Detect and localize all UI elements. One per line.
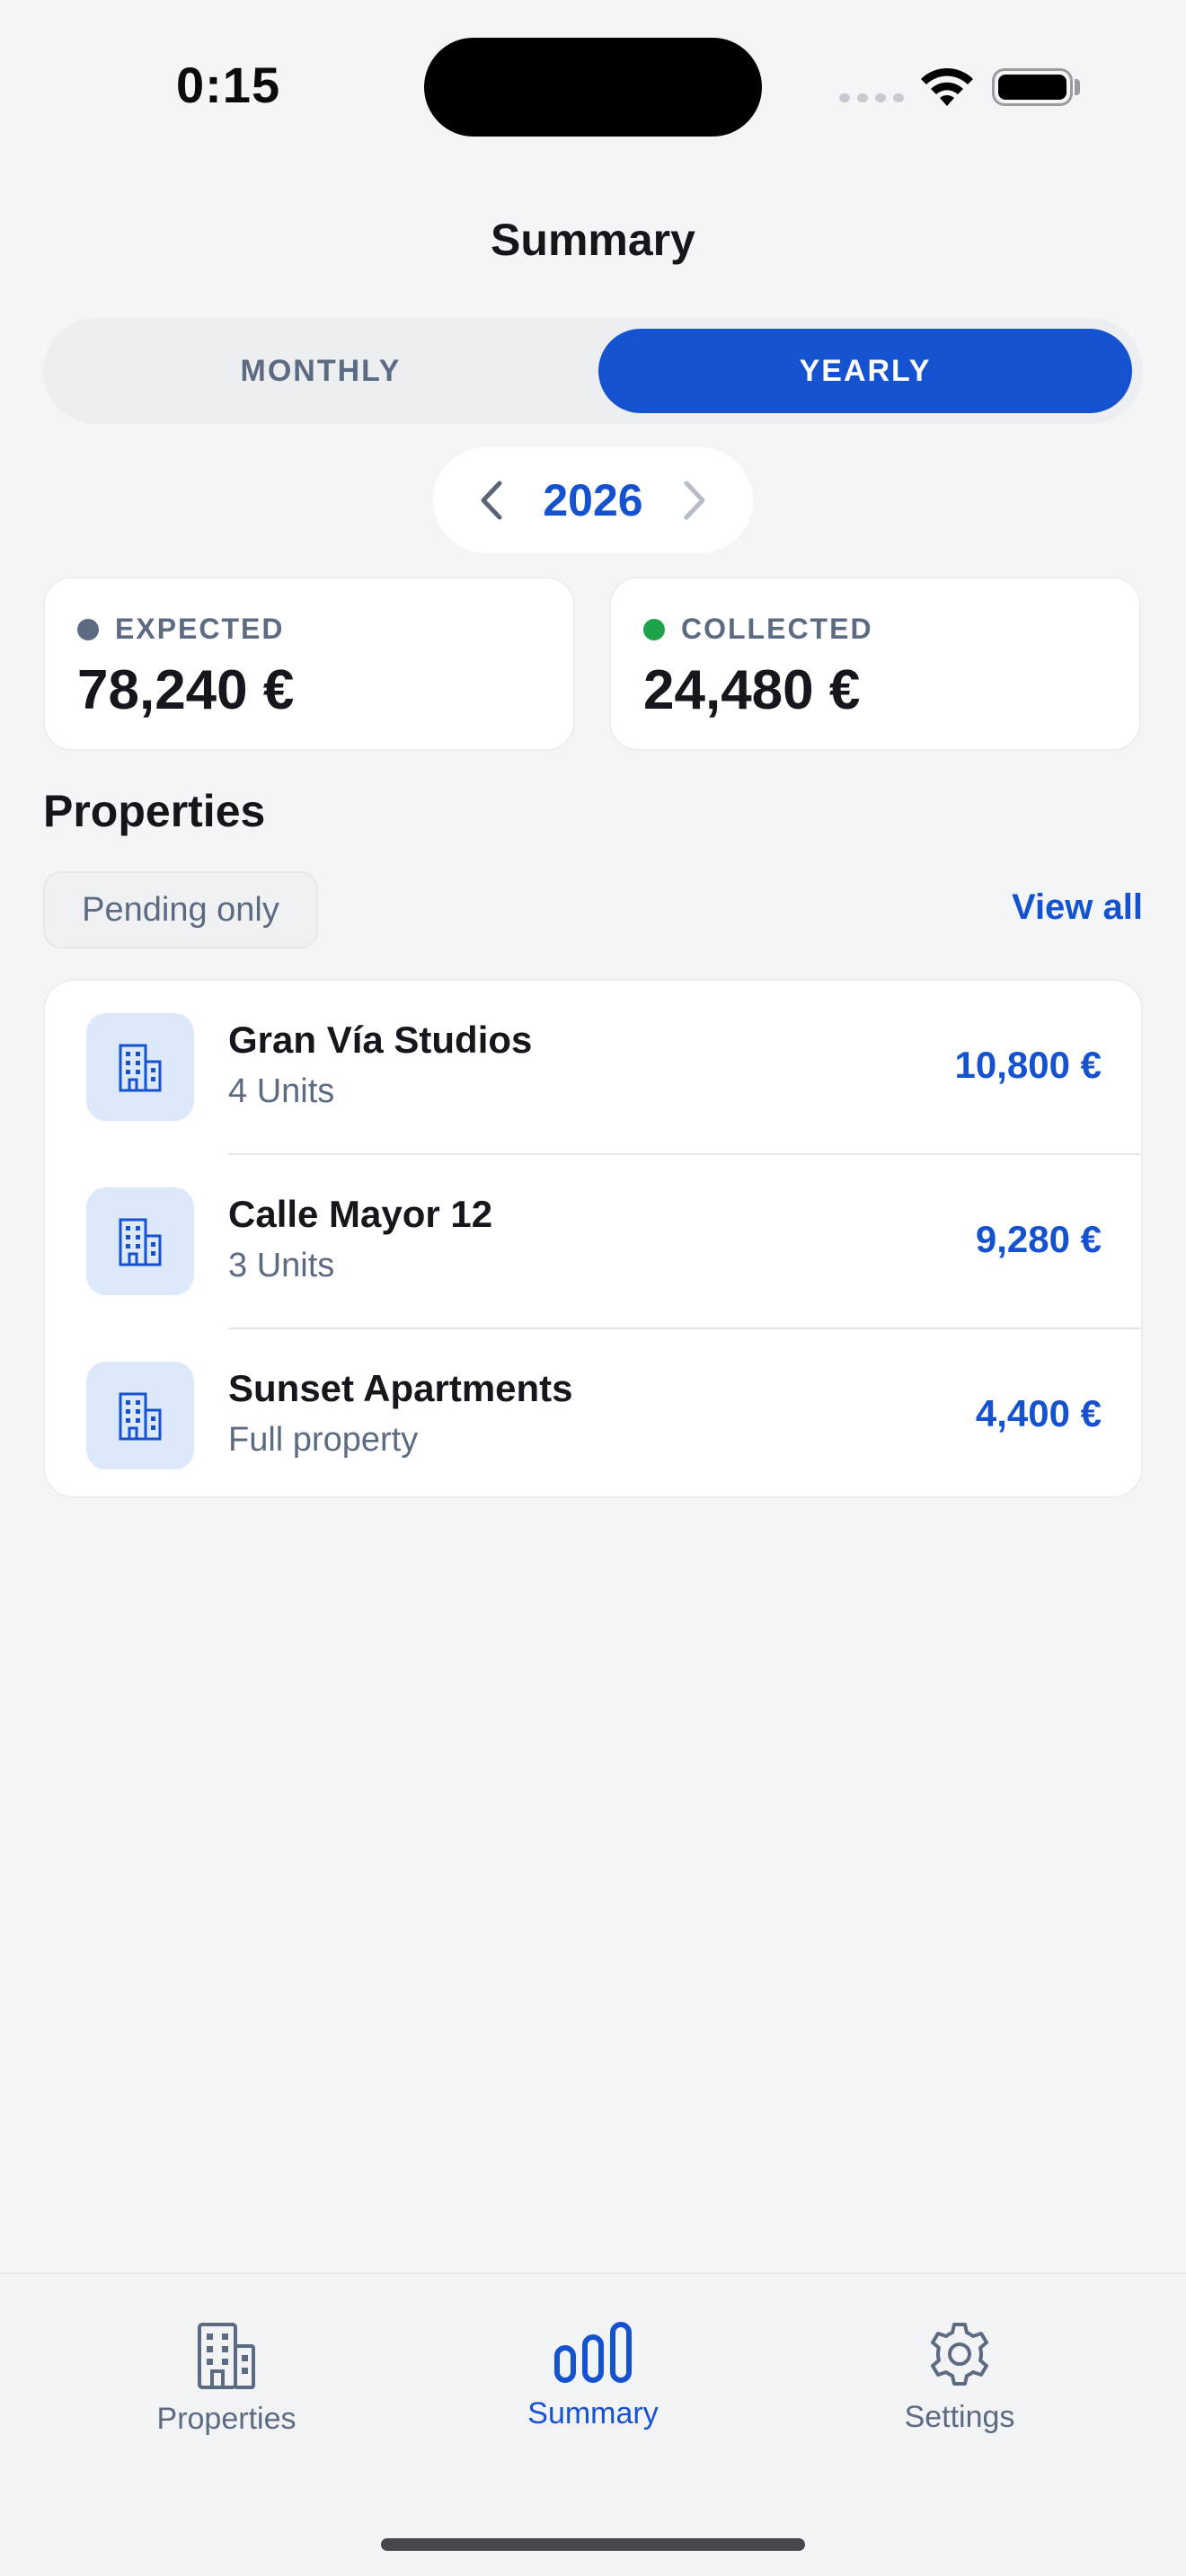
properties-list: Gran Vía Studios 4 Units 10,800 € Calle … — [43, 979, 1143, 1498]
building-icon — [198, 2323, 255, 2389]
monthly-tab-button[interactable]: MONTHLY — [54, 329, 588, 413]
list-item[interactable]: Gran Vía Studios 4 Units 10,800 € — [45, 981, 1141, 1153]
cellular-signal-icon — [839, 93, 904, 102]
expected-card: EXPECTED 78,240 € — [43, 577, 575, 751]
property-amount: 9,280 € — [975, 1218, 1102, 1260]
building-icon — [86, 1187, 194, 1295]
pending-only-filter[interactable]: Pending only — [43, 871, 318, 948]
yearly-tab-button[interactable]: YEARLY — [598, 329, 1132, 413]
list-item[interactable]: Sunset Apartments Full property 4,400 € — [45, 1329, 1141, 1496]
property-subtitle: Full property — [228, 1421, 419, 1459]
tab-settings-label: Settings — [904, 2400, 1015, 2434]
tab-summary[interactable]: Summary — [476, 2319, 710, 2431]
tab-summary-label: Summary — [527, 2396, 659, 2430]
property-name: Gran Vía Studios — [228, 1019, 533, 1061]
expected-dot — [77, 618, 99, 640]
tab-properties[interactable]: Properties — [110, 2319, 343, 2437]
properties-section-title: Properties — [43, 786, 266, 836]
bar-chart-icon — [554, 2322, 632, 2383]
building-icon — [86, 1013, 194, 1121]
property-subtitle: 4 Units — [228, 1072, 335, 1110]
expected-label: EXPECTED — [115, 613, 285, 645]
building-icon — [86, 1362, 194, 1469]
property-name: Sunset Apartments — [228, 1367, 573, 1409]
summary-screen: 0:15 Summary MONTHLY YEARLY 2026 EXPECTE… — [0, 0, 1186, 2576]
wifi-icon — [921, 67, 973, 106]
battery-icon — [992, 68, 1073, 106]
chevron-right-icon[interactable] — [681, 480, 708, 521]
list-item[interactable]: Calle Mayor 12 3 Units 9,280 € — [45, 1155, 1141, 1328]
selected-year: 2026 — [543, 475, 643, 525]
page-title: Summary — [491, 215, 695, 265]
status-time: 0:15 — [176, 57, 281, 113]
collected-value: 24,480 € — [643, 659, 861, 721]
battery-tip — [1075, 79, 1080, 95]
expected-value: 78,240 € — [77, 659, 295, 721]
chevron-left-icon[interactable] — [478, 480, 505, 521]
tab-properties-label: Properties — [156, 2402, 296, 2436]
collected-dot — [643, 618, 665, 640]
gear-icon — [931, 2323, 988, 2386]
dynamic-island — [424, 38, 762, 137]
period-toggle: MONTHLY YEARLY — [43, 318, 1143, 424]
collected-label: COLLECTED — [681, 613, 873, 645]
property-amount: 4,400 € — [975, 1392, 1102, 1434]
collected-card: COLLECTED 24,480 € — [609, 577, 1141, 751]
home-indicator[interactable] — [381, 2538, 805, 2551]
property-amount: 10,800 € — [954, 1044, 1102, 1086]
property-name: Calle Mayor 12 — [228, 1193, 493, 1235]
view-all-link[interactable]: View all — [1012, 887, 1143, 928]
tab-settings[interactable]: Settings — [843, 2319, 1076, 2435]
tab-bar: Properties Summary Settings — [0, 2272, 1186, 2576]
year-selector: 2026 — [433, 447, 753, 553]
property-subtitle: 3 Units — [228, 1247, 335, 1284]
